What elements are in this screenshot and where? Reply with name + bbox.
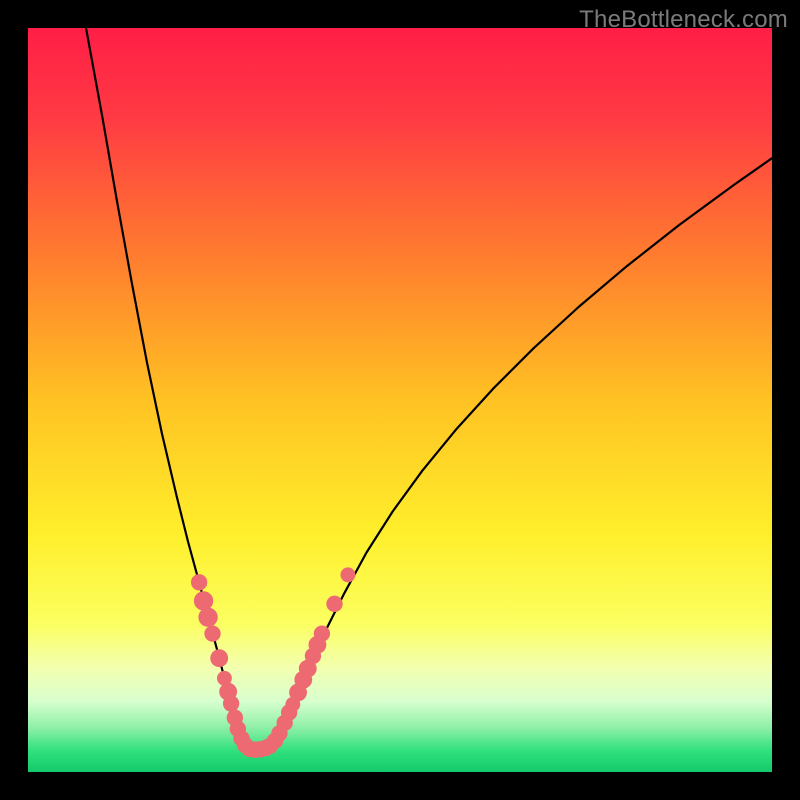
data-marker	[326, 596, 342, 612]
plot-area	[28, 28, 772, 772]
data-marker	[204, 625, 220, 641]
data-marker	[198, 608, 217, 627]
watermark-text: TheBottleneck.com	[579, 6, 788, 34]
data-marker	[314, 625, 330, 641]
data-marker	[223, 695, 239, 711]
data-marker	[194, 591, 213, 610]
data-marker	[340, 567, 355, 582]
plot-svg	[28, 28, 772, 772]
chart-frame: TheBottleneck.com	[0, 0, 800, 800]
gradient-background	[28, 28, 772, 772]
data-marker	[210, 649, 228, 667]
data-marker	[191, 574, 207, 590]
